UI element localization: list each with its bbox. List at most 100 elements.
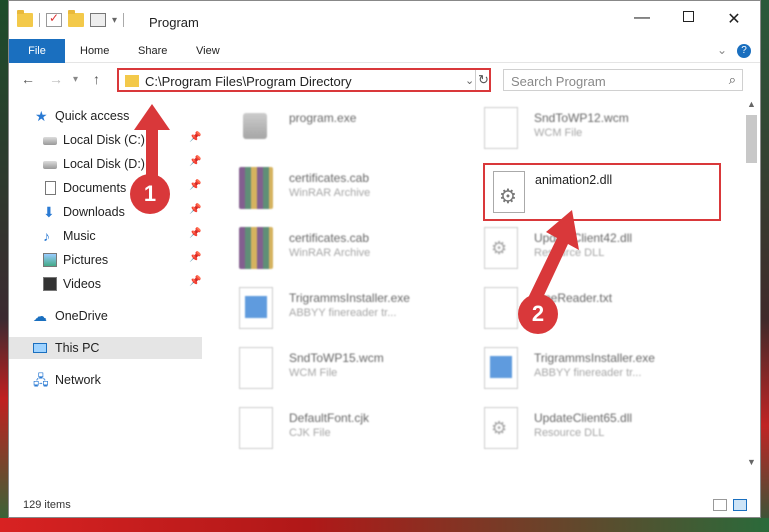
- recent-locations-icon[interactable]: ▾: [73, 74, 78, 85]
- sidebar-item-videos[interactable]: Videos 📌: [9, 273, 203, 295]
- address-bar[interactable]: C:\Program Files\Program Directory ⌄ ↻: [117, 68, 491, 92]
- tab-view[interactable]: View: [183, 39, 233, 63]
- file-icon: [484, 107, 518, 149]
- maximize-icon: [682, 11, 694, 22]
- documents-icon: [45, 181, 56, 195]
- new-folder-icon[interactable]: [68, 10, 84, 27]
- separator: [123, 13, 125, 27]
- window-title: Program: [149, 15, 199, 30]
- scrollbar-thumb[interactable]: [746, 115, 757, 163]
- file-name: animation2.dll: [535, 173, 613, 187]
- pin-icon[interactable]: 📌: [189, 156, 201, 167]
- scroll-down-icon[interactable]: ▼: [747, 457, 756, 467]
- file-icon: [239, 347, 273, 389]
- app-icon: [484, 347, 518, 389]
- sidebar-item-label: OneDrive: [55, 309, 108, 323]
- scroll-up-icon[interactable]: ▲: [747, 99, 756, 109]
- title-bar: ▾ Program — ✕: [9, 1, 760, 39]
- back-arrow-icon[interactable]: ←: [21, 71, 35, 87]
- file-item[interactable]: TrigrammsInstaller.exe ABBYY finereader …: [458, 343, 678, 395]
- sidebar-item-quick-access[interactable]: ★ Quick access: [9, 105, 203, 127]
- desktop-background-left: [0, 0, 8, 532]
- file-item[interactable]: UpdateClient42.dll Resource DLL: [458, 223, 678, 275]
- explorer-window: ▾ Program — ✕ File Home Share View ⌄ ? ←…: [8, 0, 761, 518]
- customize-toolbar-icon[interactable]: ▾: [112, 15, 117, 26]
- star-icon: ★: [35, 108, 48, 124]
- sidebar-item-downloads[interactable]: ⬇ Downloads 📌: [9, 201, 203, 223]
- sidebar-item-label: Local Disk (C:): [63, 133, 145, 147]
- item-count: 129 items: [23, 499, 71, 511]
- file-item[interactable]: certificates.cab WinRAR Archive: [213, 223, 433, 275]
- file-item[interactable]: SndToWP12.wcm WCM File: [458, 103, 678, 155]
- forward-arrow-icon[interactable]: →: [49, 71, 63, 87]
- music-icon: ♪: [43, 228, 50, 244]
- computer-icon: [33, 343, 47, 353]
- file-type: Resource DLL: [534, 427, 605, 439]
- file-item[interactable]: certificates.cab WinRAR Archive: [213, 163, 433, 215]
- close-button[interactable]: ✕: [711, 9, 757, 29]
- refresh-icon[interactable]: ↻: [475, 70, 491, 90]
- file-type: ABBYY finereader tr...: [534, 367, 642, 379]
- file-item[interactable]: TrigrammsInstaller.exe ABBYY finereader …: [213, 283, 433, 335]
- expand-ribbon-icon[interactable]: ⌄: [717, 43, 727, 57]
- file-name: SndToWP12.wcm: [534, 111, 629, 125]
- pin-icon[interactable]: 📌: [189, 228, 201, 239]
- sidebar-item-onedrive[interactable]: ☁ OneDrive: [9, 305, 203, 327]
- large-icons-view-icon[interactable]: [733, 499, 747, 511]
- file-item[interactable]: program.exe: [213, 103, 433, 155]
- sidebar-item-pictures[interactable]: Pictures 📌: [9, 249, 203, 271]
- file-name: UpdateClient65.dll: [534, 411, 633, 425]
- pin-icon[interactable]: 📌: [189, 204, 201, 215]
- separator: [39, 13, 40, 27]
- tab-home[interactable]: Home: [67, 39, 122, 63]
- dll-icon: [484, 407, 518, 449]
- file-name: TrigrammsInstaller.exe: [289, 291, 410, 305]
- minimize-button[interactable]: —: [619, 9, 665, 27]
- dll-file-icon: ⚙: [493, 171, 525, 213]
- maximize-button[interactable]: [665, 9, 711, 27]
- properties-icon[interactable]: [90, 13, 106, 27]
- up-arrow-icon[interactable]: ↑: [93, 71, 100, 87]
- app-icon: [239, 287, 273, 329]
- navigation-pane: ★ Quick access Local Disk (C:) 📌 Local D…: [9, 101, 209, 485]
- help-icon[interactable]: ?: [737, 44, 751, 58]
- vertical-scrollbar[interactable]: ▲ ▼: [743, 97, 760, 485]
- pin-icon[interactable]: 📌: [189, 276, 201, 287]
- file-name: program.exe: [289, 111, 357, 125]
- pin-icon[interactable]: 📌: [189, 180, 201, 191]
- address-path[interactable]: C:\Program Files\Program Directory: [145, 74, 352, 89]
- file-name: certificates.cab: [289, 171, 370, 185]
- sidebar-item-label: Local Disk (D:): [63, 157, 145, 171]
- folder-icon[interactable]: [17, 10, 33, 27]
- gear-icon: ⚙: [499, 186, 517, 208]
- file-type: ABBYY finereader tr...: [289, 307, 397, 319]
- checklist-icon[interactable]: [46, 11, 62, 27]
- tab-file[interactable]: File: [9, 39, 65, 63]
- sidebar-item-label: Pictures: [63, 253, 109, 267]
- search-icon[interactable]: ⌕: [729, 72, 736, 88]
- tab-share[interactable]: Share: [125, 39, 180, 63]
- pin-icon[interactable]: 📌: [189, 252, 201, 263]
- file-item[interactable]: FineReader.txt: [458, 283, 678, 335]
- sidebar-item-local-disk-d[interactable]: Local Disk (D:) 📌: [9, 153, 203, 175]
- sidebar-item-documents[interactable]: Documents 📌: [9, 177, 203, 199]
- folder-icon: [125, 75, 139, 87]
- search-input[interactable]: Search Program ⌕: [503, 69, 743, 91]
- sidebar-item-label: This PC: [55, 341, 100, 355]
- pin-icon[interactable]: 📌: [189, 132, 201, 143]
- videos-icon: [43, 277, 57, 291]
- sidebar-item-network[interactable]: 🖧 Network: [9, 369, 203, 391]
- highlighted-file-item[interactable]: ⚙ animation2.dll: [483, 163, 721, 221]
- file-item[interactable]: UpdateClient65.dll Resource DLL: [458, 403, 678, 455]
- file-list: program.exe SndToWP12.wcm WCM File certi…: [213, 97, 743, 485]
- step-badge-1: 1: [130, 174, 170, 214]
- file-item[interactable]: DefaultFont.cjk CJK File: [213, 403, 433, 455]
- sidebar-item-local-disk-c[interactable]: Local Disk (C:) 📌: [9, 129, 203, 151]
- desktop-background-right: [761, 0, 769, 532]
- sidebar-item-music[interactable]: ♪ Music 📌: [9, 225, 203, 247]
- sidebar-item-this-pc[interactable]: This PC: [9, 337, 202, 359]
- details-view-icon[interactable]: [713, 499, 727, 511]
- address-dropdown-icon[interactable]: ⌄: [465, 74, 474, 87]
- archive-icon: [239, 227, 273, 269]
- file-item[interactable]: SndToWP15.wcm WCM File: [213, 343, 433, 395]
